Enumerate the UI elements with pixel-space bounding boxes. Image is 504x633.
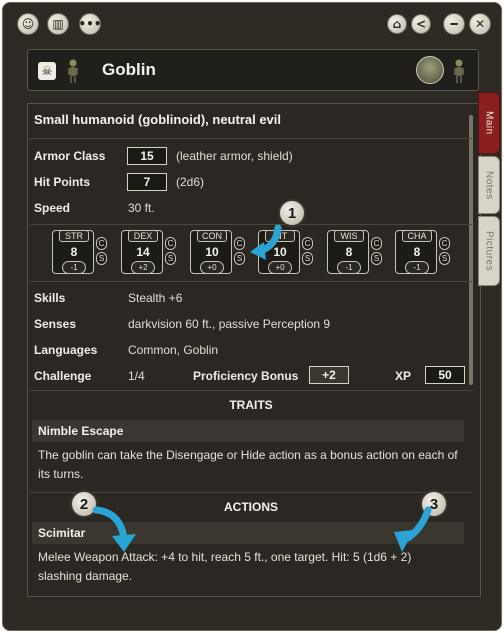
chat-icon[interactable]: ••• <box>79 13 102 35</box>
callout-arrow-icon <box>92 506 136 552</box>
ability-modifier: +0 <box>200 261 224 274</box>
divider <box>30 390 472 391</box>
ability-modifier: -1 <box>62 261 86 274</box>
share-icon[interactable]: < <box>411 14 431 34</box>
ability-name: CON <box>197 230 227 242</box>
close-icon[interactable]: ✕ <box>469 13 491 35</box>
languages-value[interactable]: Common, Goblin <box>128 343 218 357</box>
portrait-icon[interactable] <box>416 56 444 84</box>
npc-name[interactable]: Goblin <box>102 60 156 80</box>
portrait-icon[interactable]: ☺ <box>17 13 39 35</box>
ability-score[interactable]: 8 <box>328 245 370 259</box>
hit-points-field[interactable]: 7 <box>127 173 167 191</box>
tab-main-label: Main <box>483 111 495 135</box>
trait-name[interactable]: Nimble Escape <box>38 424 123 438</box>
trait-description[interactable]: The goblin can take the Disengage or Hid… <box>38 446 458 484</box>
goblin-token-icon[interactable] <box>64 58 82 84</box>
speed-label: Speed <box>34 201 71 215</box>
save-toggle[interactable]: S <box>371 252 382 265</box>
save-toggle[interactable]: S <box>165 252 176 265</box>
proficiency-label: Proficiency Bonus <box>193 369 299 383</box>
skills-value[interactable]: Stealth +6 <box>128 291 182 305</box>
divider <box>30 492 472 493</box>
ability-name: STR <box>59 230 89 242</box>
armor-class-label: Armor Class <box>34 149 106 163</box>
skull-icon[interactable]: ☠ <box>38 62 56 80</box>
senses-label: Senses <box>34 317 77 331</box>
ability-dex[interactable]: DEX 14 +2 <box>121 230 163 274</box>
armor-class-note[interactable]: (leather armor, shield) <box>176 149 293 163</box>
divider <box>30 281 472 282</box>
callout-badge: 1 <box>278 199 306 227</box>
trait-entry-bar[interactable]: Nimble Escape <box>32 420 464 442</box>
scrollbar[interactable] <box>469 115 473 385</box>
ability-modifier: -1 <box>337 261 361 274</box>
ability-modifier: -1 <box>405 261 429 274</box>
action-name[interactable]: Scimitar <box>38 526 85 540</box>
challenge-label: Challenge <box>34 369 92 383</box>
save-toggle[interactable]: S <box>439 252 450 265</box>
hit-points-label: Hit Points <box>34 175 90 189</box>
xp-field[interactable]: 50 <box>425 366 465 384</box>
ability-cha[interactable]: CHA 8 -1 <box>395 230 437 274</box>
check-toggle[interactable]: C <box>96 237 107 250</box>
ability-score[interactable]: 8 <box>53 245 95 259</box>
languages-label: Languages <box>34 343 98 357</box>
hit-points-note[interactable]: (2d6) <box>176 175 204 189</box>
tab-pictures[interactable]: Pictures <box>478 216 500 286</box>
ability-name: WIS <box>334 230 364 242</box>
ability-wis[interactable]: WIS 8 -1 <box>327 230 369 274</box>
check-toggle[interactable]: C <box>302 237 313 250</box>
check-toggle[interactable]: C <box>234 237 245 250</box>
tab-pictures-label: Pictures <box>483 230 495 272</box>
npc-header: ☠ Goblin <box>27 49 479 91</box>
callout-arrow-icon <box>250 224 282 260</box>
xp-label: XP <box>395 369 412 383</box>
ability-score[interactable]: 14 <box>122 245 164 259</box>
tab-main[interactable]: Main <box>478 92 500 154</box>
ability-con[interactable]: CON 10 +0 <box>190 230 232 274</box>
minimize-icon[interactable]: ━ <box>443 13 465 35</box>
check-toggle[interactable]: C <box>439 237 450 250</box>
proficiency-field[interactable]: +2 <box>309 366 349 384</box>
book-icon[interactable]: ▥ <box>47 13 69 35</box>
save-toggle[interactable]: S <box>234 252 245 265</box>
traits-heading: TRAITS <box>229 398 273 412</box>
challenge-value[interactable]: 1/4 <box>128 369 145 383</box>
save-toggle[interactable]: S <box>302 252 313 265</box>
skills-label: Skills <box>34 291 66 305</box>
senses-value[interactable]: darkvision 60 ft., passive Perception 9 <box>128 317 330 331</box>
ability-score[interactable]: 8 <box>396 245 438 259</box>
goblin-token-icon[interactable] <box>450 58 468 84</box>
check-toggle[interactable]: C <box>371 237 382 250</box>
check-toggle[interactable]: C <box>165 237 176 250</box>
titlebar: ☺ ▥ ••• ⌂ < ━ ✕ <box>3 3 501 41</box>
callout-arrow-icon <box>394 506 432 552</box>
type-line[interactable]: Small humanoid (goblinoid), neutral evil <box>34 112 281 127</box>
lock-icon[interactable]: ⌂ <box>387 14 407 34</box>
ability-str[interactable]: STR 8 -1 <box>52 230 94 274</box>
ability-name: DEX <box>128 230 158 242</box>
divider <box>30 138 472 139</box>
save-toggle[interactable]: S <box>96 252 107 265</box>
ability-name: CHA <box>402 230 432 242</box>
ability-score[interactable]: 10 <box>191 245 233 259</box>
armor-class-field[interactable]: 15 <box>127 147 167 165</box>
ability-modifier: +2 <box>131 261 155 274</box>
tab-notes[interactable]: Notes <box>478 156 500 214</box>
speed-value[interactable]: 30 ft. <box>128 201 155 215</box>
tab-notes-label: Notes <box>483 170 495 200</box>
